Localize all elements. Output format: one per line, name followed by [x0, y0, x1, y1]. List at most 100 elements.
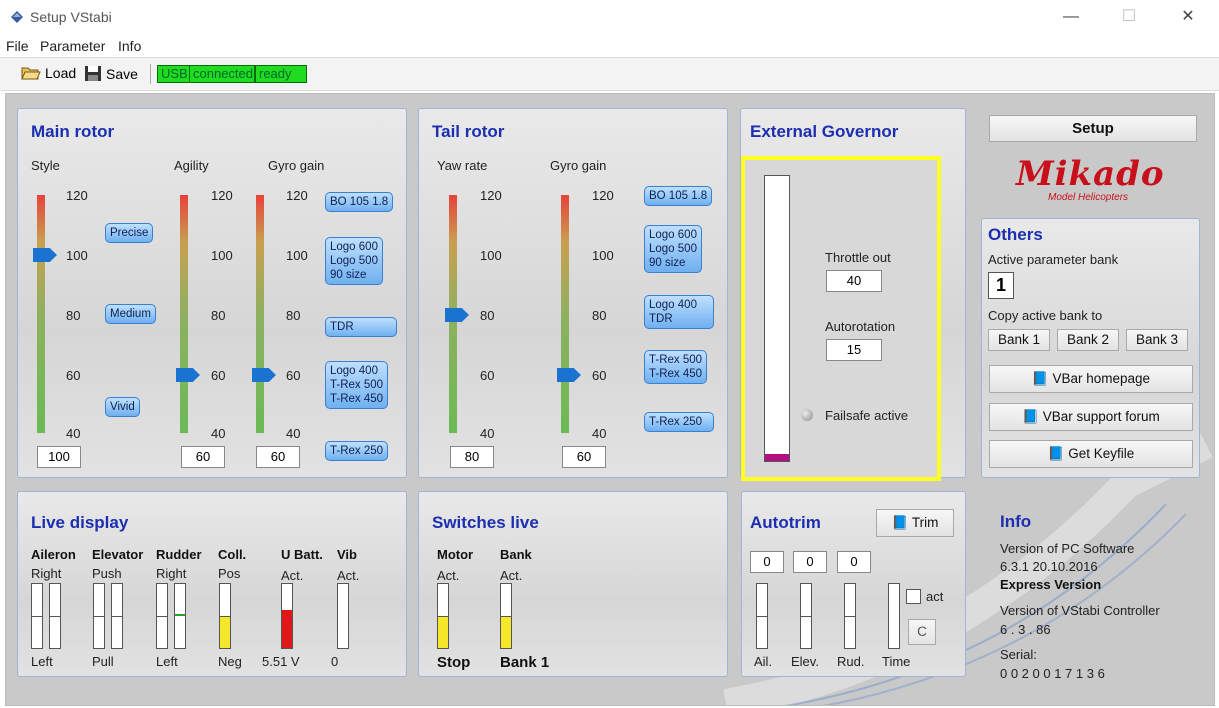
- autotrim-ail-bar: [756, 583, 768, 649]
- style-tick: 40: [66, 426, 81, 441]
- window-title: Setup VStabi: [30, 9, 112, 25]
- throttle-out-value[interactable]: 40: [826, 270, 882, 292]
- tail-gyro-value-input[interactable]: 60: [562, 446, 606, 468]
- style-value-input[interactable]: 100: [37, 446, 81, 468]
- tail-gyro-slider-thumb[interactable]: [557, 368, 581, 382]
- failsafe-label: Failsafe active: [825, 408, 909, 423]
- tail-gyro-tick: 60: [592, 368, 607, 383]
- main-gyro-slider-thumb[interactable]: [252, 368, 276, 382]
- floppy-disk-icon: [85, 66, 101, 81]
- autotrim-title: Autotrim: [750, 513, 821, 532]
- setup-button[interactable]: Setup: [989, 115, 1197, 142]
- elevator-bottom-label: Pull: [92, 654, 114, 669]
- save-button[interactable]: Save: [84, 65, 138, 82]
- style-slider-thumb[interactable]: [33, 248, 57, 262]
- pc-software-version: 6.3.1 20.10.2016: [1000, 559, 1098, 574]
- active-bank-value: 1: [988, 272, 1014, 299]
- agility-slider-track[interactable]: [180, 195, 188, 433]
- load-label: Load: [45, 65, 77, 81]
- info-title: Info: [1000, 512, 1032, 531]
- yaw-value-input[interactable]: 80: [450, 446, 494, 468]
- active-bank-label: Active parameter bank: [988, 252, 1119, 267]
- governor-panel: External Governor Throttle out 40 Autoro…: [740, 108, 966, 481]
- menu-file[interactable]: File: [6, 38, 29, 54]
- bank-1-button[interactable]: Bank 1: [988, 329, 1050, 351]
- yaw-slider-thumb[interactable]: [445, 308, 469, 322]
- live-display-title: Live display: [31, 513, 129, 532]
- vbar-homepage-button[interactable]: 📘 VBar homepage: [989, 365, 1193, 393]
- pc-software-label: Version of PC Software: [1000, 541, 1135, 556]
- agility-label: Agility: [174, 158, 209, 173]
- style-bubble-medium: Medium: [105, 304, 156, 324]
- main-area: Main rotor Style Agility Gyro gain 120 1…: [5, 93, 1215, 706]
- vbar-forum-label: VBar support forum: [1042, 409, 1160, 424]
- vbar-forum-button[interactable]: 📘 VBar support forum: [989, 403, 1193, 431]
- yaw-tick: 100: [480, 248, 502, 263]
- edition-label: Express Version: [1000, 577, 1102, 592]
- rudder-bottom-label: Left: [156, 654, 178, 669]
- controller-version-label: Version of VStabi Controller: [1000, 603, 1160, 618]
- bank-2-button[interactable]: Bank 2: [1057, 329, 1119, 351]
- agility-tick: 80: [211, 308, 226, 323]
- autorotation-label: Autorotation: [825, 319, 896, 334]
- yaw-tick: 40: [480, 426, 495, 441]
- main-gyro-label: Gyro gain: [268, 158, 325, 173]
- main-rotor-title: Main rotor: [31, 122, 115, 141]
- style-tick: 60: [66, 368, 81, 383]
- autorotation-value[interactable]: 15: [826, 339, 882, 361]
- autotrim-ail-value[interactable]: 0: [750, 551, 784, 573]
- tail-gyro-slider-track[interactable]: [561, 195, 569, 433]
- app-icon: [11, 11, 23, 23]
- act-checkbox[interactable]: [906, 589, 921, 604]
- style-tick: 100: [66, 248, 88, 263]
- main-gyro-tick: 100: [286, 248, 308, 263]
- failsafe-led-icon: [801, 409, 813, 421]
- ready-status: ready: [255, 65, 307, 83]
- style-slider-track[interactable]: [37, 195, 45, 433]
- rudder-bar-left: [156, 583, 168, 649]
- agility-value-input[interactable]: 60: [181, 446, 225, 468]
- close-button[interactable]: ✕: [1175, 6, 1201, 28]
- style-bubble-precise: Precise: [105, 223, 154, 243]
- coll-bar-fill: [220, 616, 230, 648]
- maximize-button[interactable]: ☐: [1116, 6, 1142, 28]
- coll-bar: [219, 583, 231, 649]
- tail-gyro-bubble: BO 105 1.8: [644, 186, 713, 206]
- main-gyro-value-input[interactable]: 60: [256, 446, 300, 468]
- throttle-bar: [764, 175, 790, 462]
- vib-bar: [337, 583, 349, 649]
- ubatt-bar: [281, 583, 293, 649]
- menu-info[interactable]: Info: [118, 38, 141, 54]
- motor-bar: [437, 583, 449, 649]
- elevator-bar-right: [111, 583, 123, 649]
- yaw-tick: 80: [480, 308, 495, 323]
- yaw-tick: 120: [480, 188, 502, 203]
- copy-bank-label: Copy active bank to: [988, 308, 1103, 323]
- autotrim-rud-value[interactable]: 0: [837, 551, 871, 573]
- trim-button[interactable]: 📘 Trim: [876, 509, 954, 537]
- c-button[interactable]: C: [908, 619, 936, 645]
- menu-parameter[interactable]: Parameter: [40, 38, 105, 54]
- load-button[interactable]: Load: [21, 65, 76, 81]
- tail-gyro-tick: 40: [592, 426, 607, 441]
- agility-slider-thumb[interactable]: [176, 368, 200, 382]
- main-gyro-slider-track[interactable]: [256, 195, 264, 433]
- agility-tick: 120: [211, 188, 233, 203]
- motor-bar-fill: [438, 616, 448, 648]
- ubatt-value: 5.51 V: [262, 654, 300, 669]
- governor-highlight-box: Throttle out 40 Autorotation 15 Failsafe…: [741, 156, 941, 481]
- ubatt-top-label: Act.: [281, 568, 304, 583]
- autotrim-elev-value[interactable]: 0: [793, 551, 827, 573]
- get-keyfile-button[interactable]: 📘 Get Keyfile: [989, 440, 1193, 468]
- main-gyro-bubble: Logo 600 Logo 500 90 size: [325, 237, 383, 285]
- tail-gyro-bubble: T-Rex 250: [644, 412, 714, 432]
- autotrim-rud-bar: [844, 583, 856, 649]
- bank-3-button[interactable]: Bank 3: [1126, 329, 1188, 351]
- yaw-tick: 60: [480, 368, 495, 383]
- controller-version: 6 . 3 . 86: [1000, 622, 1051, 637]
- autotrim-elev-bar: [800, 583, 812, 649]
- main-gyro-tick: 120: [286, 188, 308, 203]
- aileron-bar-left: [31, 583, 43, 649]
- minimize-button[interactable]: —: [1058, 6, 1084, 28]
- folder-open-icon: [21, 67, 41, 80]
